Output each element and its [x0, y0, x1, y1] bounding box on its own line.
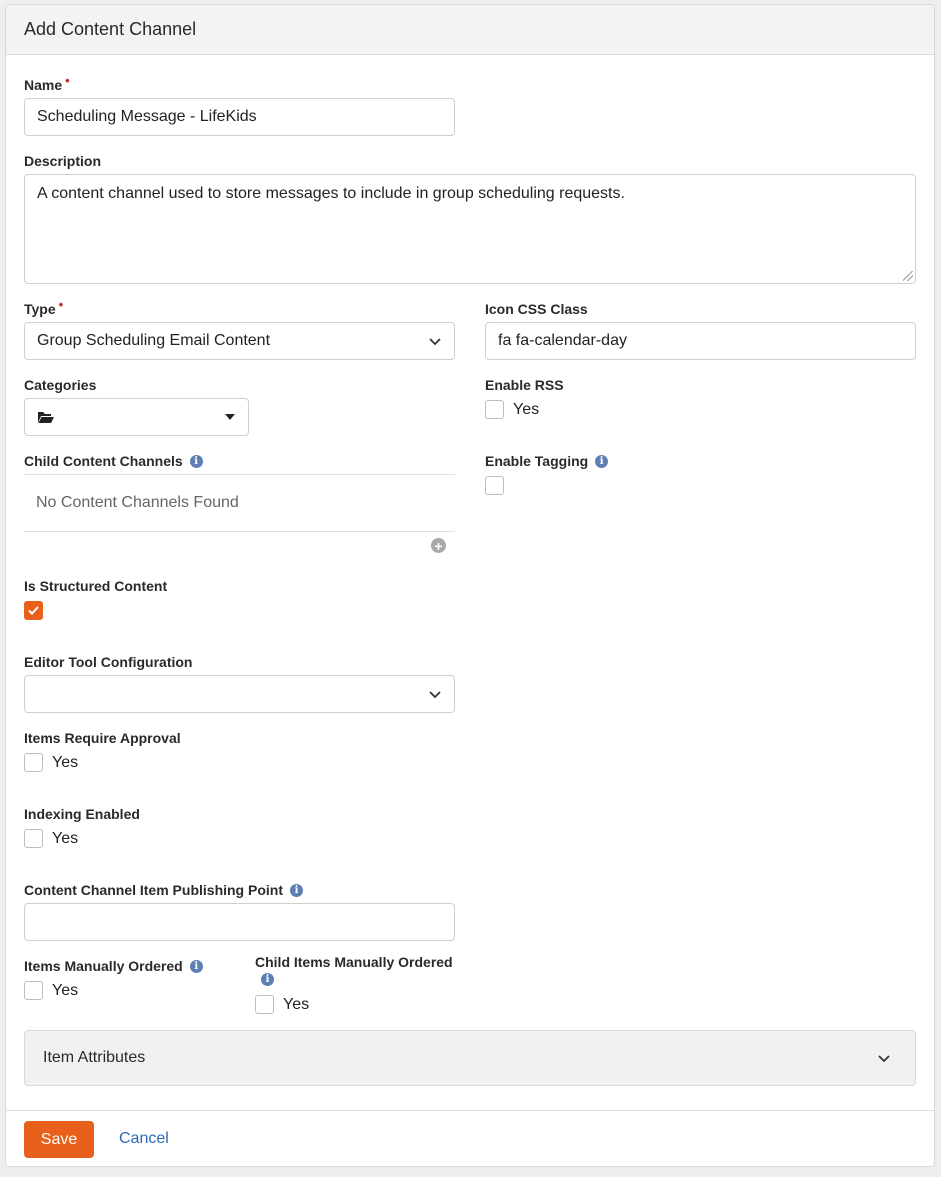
- editor-tool-configuration-label: Editor Tool Configuration: [24, 654, 193, 670]
- cancel-link[interactable]: Cancel: [119, 1130, 169, 1148]
- description-label-text: Description: [24, 153, 102, 169]
- enable-rss-label: Enable RSS: [485, 377, 564, 393]
- categories-label-text: Categories: [24, 377, 97, 393]
- chevron-down-icon: [878, 1055, 890, 1063]
- items-manually-ordered-option[interactable]: Yes: [24, 981, 78, 1000]
- items-manually-ordered-option-label: Yes: [52, 981, 79, 999]
- info-circle-icon[interactable]: i: [189, 959, 203, 973]
- child-items-manually-ordered-label: Child Items Manually Ordered: [255, 954, 453, 970]
- icon-css-class-input[interactable]: fa fa-calendar-day: [485, 322, 916, 360]
- enable-rss-option-label: Yes: [513, 400, 540, 418]
- items-require-approval-option[interactable]: Yes: [24, 753, 78, 772]
- editor-tool-configuration-select[interactable]: [24, 675, 455, 713]
- folder-open-icon: [38, 412, 54, 423]
- child-items-manually-ordered-option-label: Yes: [283, 995, 310, 1013]
- child-channels-empty-text: No Content Channels Found: [36, 494, 239, 511]
- indexing-enabled-checkbox[interactable]: [24, 829, 43, 848]
- check-icon: [28, 606, 39, 615]
- info-circle-icon[interactable]: i: [595, 454, 609, 468]
- enable-tagging-option[interactable]: [485, 476, 504, 500]
- footer-divider: [6, 1110, 934, 1111]
- info-circle-icon[interactable]: i: [261, 973, 274, 986]
- indexing-enabled-option-label: Yes: [52, 829, 79, 847]
- type-select[interactable]: Group Scheduling Email Content: [24, 322, 455, 360]
- item-attributes-title: Item Attributes: [43, 1049, 146, 1066]
- items-manually-ordered-label-text: Items Manually Ordered: [24, 958, 183, 974]
- icon-css-class-label: Icon CSS Class: [485, 301, 588, 317]
- panel-title: Add Content Channel: [24, 19, 197, 39]
- required-mark: •: [58, 296, 64, 312]
- child-content-channels-label: Child Content Channels i: [24, 453, 203, 469]
- info-circle-icon[interactable]: i: [290, 883, 303, 897]
- items-require-approval-label-text: Items Require Approval: [24, 730, 181, 746]
- required-mark: •: [65, 72, 70, 88]
- is-structured-content-label: Is Structured Content: [24, 578, 167, 594]
- item-attributes-accordion[interactable]: Item Attributes: [24, 1030, 916, 1086]
- items-require-approval-checkbox[interactable]: [24, 753, 43, 772]
- chevron-down-icon: [429, 338, 441, 346]
- description-textarea[interactable]: A content channel used to store messages…: [24, 174, 916, 284]
- is-structured-content-label-text: Is Structured Content: [24, 578, 168, 594]
- indexing-enabled-label-text: Indexing Enabled: [24, 806, 140, 822]
- items-manually-ordered-checkbox[interactable]: [24, 981, 43, 1000]
- child-content-channels-label-text: Child Content Channels: [24, 453, 183, 469]
- type-select-value: Group Scheduling Email Content: [37, 332, 271, 349]
- save-button[interactable]: Save: [24, 1121, 94, 1158]
- publishing-point-label: Content Channel Item Publishing Point i: [24, 882, 303, 898]
- panel-heading: Add Content Channel: [6, 5, 934, 55]
- grid-top-divider: [24, 474, 455, 475]
- child-items-manually-ordered-label-text: Child Items Manually Ordered: [255, 954, 453, 970]
- indexing-enabled-label: Indexing Enabled: [24, 806, 140, 822]
- icon-css-class-label-text: Icon CSS Class: [485, 301, 588, 317]
- indexing-enabled-option[interactable]: Yes: [24, 829, 78, 848]
- enable-tagging-label-text: Enable Tagging: [485, 453, 589, 469]
- type-label-text: Type: [24, 301, 56, 317]
- enable-rss-option[interactable]: Yes: [485, 400, 539, 419]
- enable-rss-checkbox[interactable]: [485, 400, 504, 419]
- resize-handle-icon[interactable]: [903, 271, 913, 281]
- editor-tool-configuration-label-text: Editor Tool Configuration: [24, 654, 193, 670]
- items-require-approval-label: Items Require Approval: [24, 730, 181, 746]
- chevron-down-icon: [429, 691, 441, 699]
- is-structured-content-option[interactable]: [24, 601, 43, 620]
- publishing-point-input[interactable]: [24, 903, 455, 941]
- categories-label: Categories: [24, 377, 96, 393]
- info-circle-icon[interactable]: i: [189, 454, 203, 468]
- grid-bottom-divider: [24, 531, 455, 532]
- name-label-text: Name: [24, 77, 63, 93]
- categories-picker[interactable]: [24, 398, 249, 436]
- description-text: A content channel used to store messages…: [37, 185, 625, 202]
- is-structured-content-checkbox[interactable]: [24, 601, 43, 620]
- enable-tagging-label: Enable Tagging i: [485, 453, 609, 469]
- child-items-manually-ordered-checkbox[interactable]: [255, 995, 274, 1014]
- child-items-manually-ordered-option[interactable]: Yes: [255, 995, 309, 1014]
- plus-circle-icon[interactable]: +: [431, 538, 446, 553]
- caret-down-icon: [225, 414, 235, 420]
- enable-tagging-checkbox[interactable]: [485, 476, 504, 495]
- type-label: Type •: [24, 297, 63, 318]
- enable-rss-label-text: Enable RSS: [485, 377, 564, 393]
- items-manually-ordered-label: Items Manually Ordered i: [24, 958, 203, 974]
- name-input[interactable]: Scheduling Message - LifeKids: [24, 98, 455, 136]
- items-require-approval-option-label: Yes: [52, 753, 79, 771]
- add-content-channel-panel: Add Content Channel Name • Scheduling Me…: [5, 4, 935, 1167]
- description-label: Description: [24, 153, 101, 169]
- publishing-point-label-text: Content Channel Item Publishing Point: [24, 882, 283, 898]
- name-label: Name •: [24, 73, 70, 94]
